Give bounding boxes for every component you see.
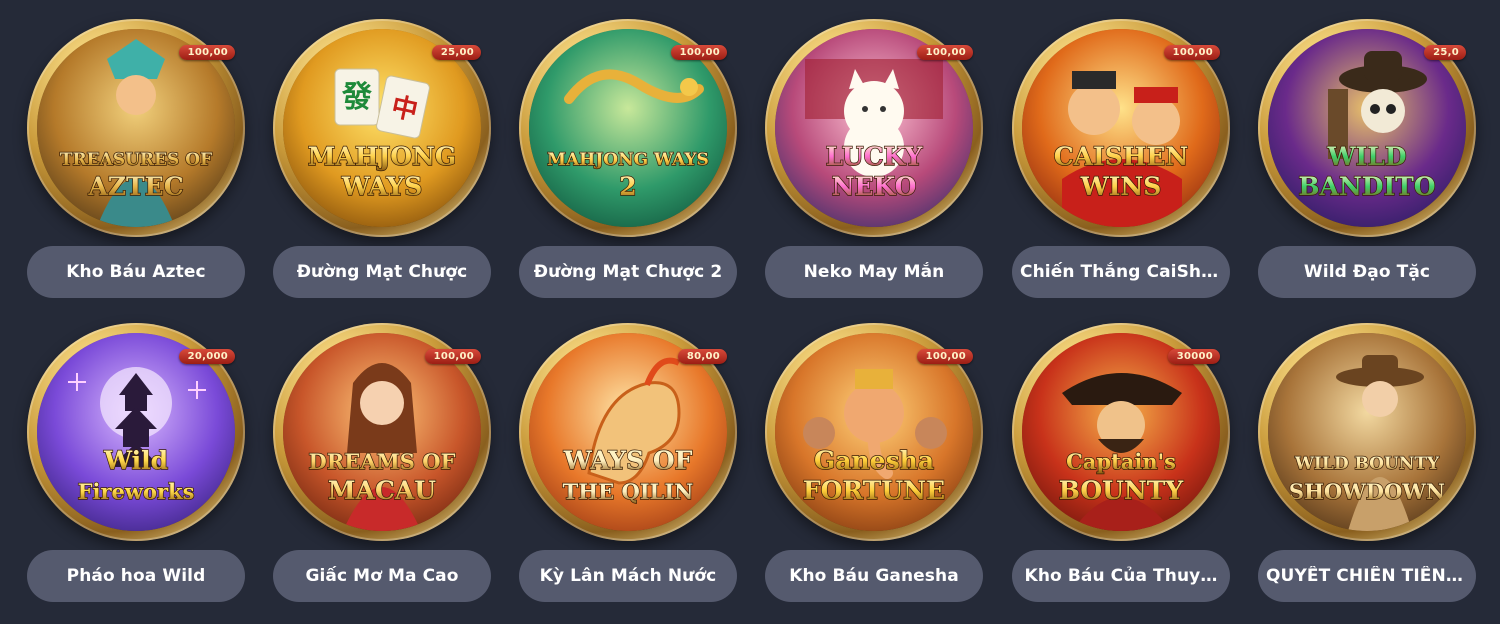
max-win-badge: 100,00 xyxy=(424,349,481,364)
game-thumbnail[interactable]: WILD BOUNTY SHOWDOWN xyxy=(1258,323,1476,541)
svg-text:發: 發 xyxy=(341,80,372,115)
game-grid: TREASURES OF AZTEC 100,00 Kho Báu Aztec 發 中… xyxy=(0,0,1500,624)
max-win-badge: 100,00 xyxy=(916,45,973,60)
max-win-badge: 100,00 xyxy=(670,45,727,60)
game-name-button[interactable]: Chiến Thắng CaiShen xyxy=(1012,246,1230,298)
game-name-label: Đường Mạt Chược 2 xyxy=(533,262,723,282)
game-logo-line: AZTEC xyxy=(87,172,183,201)
game-thumbnail[interactable]: WAYS OF THE QILIN 80,00 xyxy=(519,323,737,541)
game-card-captains-bounty[interactable]: Captain's BOUNTY 30000 Kho Báu Của Thuy… xyxy=(1012,323,1230,603)
game-logo-line: DREAMS OF xyxy=(309,449,456,474)
wild-bounty-showdown-artwork: WILD BOUNTY SHOWDOWN xyxy=(1268,333,1466,531)
game-thumbnail[interactable]: Ganesha FORTUNE 100,00 xyxy=(765,323,983,541)
game-name-label: Wild Đạo Tặc xyxy=(1303,262,1431,282)
game-name-label: Kho Báu Của Thuy… xyxy=(1024,566,1218,586)
game-thumbnail[interactable]: Wild Fireworks 20,000 xyxy=(27,323,245,541)
game-logo-text: GaneshaFORTUNE xyxy=(802,445,946,505)
game-logo-line: 2 xyxy=(619,172,636,201)
game-thumbnail[interactable]: LUCKY NEKO 100,00 xyxy=(765,19,983,237)
game-thumbnail-image: WILD BOUNTY SHOWDOWN xyxy=(1268,333,1466,531)
max-win-badge: 100,00 xyxy=(1163,45,1220,60)
max-win-badge: 20,000 xyxy=(178,349,235,364)
game-name-button[interactable]: Kho Báu Của Thuy… xyxy=(1012,550,1230,602)
game-card-mahjong-ways[interactable]: 發 中 MAHJONG WAYS 25,00 Đường Mạt Chược xyxy=(273,19,491,299)
game-name-button[interactable]: Pháo hoa Wild xyxy=(27,550,245,602)
game-logo-text: LUCKYNEKO xyxy=(825,141,924,201)
max-win-badge: 100,00 xyxy=(178,45,235,60)
game-name-button[interactable]: Giấc Mơ Ma Cao xyxy=(273,550,491,602)
max-win-badge: 30000 xyxy=(1167,349,1220,364)
game-card-caishen-wins[interactable]: CAISHEN WINS 100,00 Chiến Thắng CaiShen xyxy=(1012,19,1230,299)
game-logo-line: Wild xyxy=(103,446,168,475)
game-name-label: Kho Báu Ganesha xyxy=(789,566,959,586)
game-card-dreams-of-macau[interactable]: DREAMS OF MACAU 100,00 Giấc Mơ Ma Cao xyxy=(273,323,491,603)
game-logo-text: DREAMS OFMACAU xyxy=(308,448,456,505)
game-thumbnail[interactable]: WILD BANDITO 25,0 xyxy=(1258,19,1476,237)
game-logo-line: FORTUNE xyxy=(803,476,945,505)
game-logo-line: TREASURES OF xyxy=(60,150,212,170)
max-win-badge: 80,00 xyxy=(677,349,727,364)
game-thumbnail[interactable]: CAISHEN WINS 100,00 xyxy=(1012,19,1230,237)
game-logo-line: NEKO xyxy=(832,172,917,201)
game-logo-line: BOUNTY xyxy=(1059,476,1185,505)
game-name-label: QUYẾT CHIẾN TIỀN … xyxy=(1266,566,1468,586)
game-card-ways-of-qilin[interactable]: WAYS OF THE QILIN 80,00 Kỳ Lân Mách Nước xyxy=(519,323,737,603)
game-logo-text: WILD BOUNTY SHOWDOWN xyxy=(1288,453,1446,504)
game-card-wild-bandito[interactable]: WILD BANDITO 25,0 Wild Đạo Tặc xyxy=(1258,19,1476,299)
game-thumbnail[interactable]: MAHJONG WAYS 2 100,00 xyxy=(519,19,737,237)
game-logo-line: BANDITO xyxy=(1298,172,1435,201)
game-logo-line: Fireworks xyxy=(78,479,195,504)
game-name-label: Kho Báu Aztec xyxy=(66,262,206,282)
max-win-badge: 25,00 xyxy=(431,45,481,60)
game-name-button[interactable]: Đường Mạt Chược 2 xyxy=(519,246,737,298)
game-logo-line: CAISHEN xyxy=(1054,142,1189,171)
game-name-label: Neko May Mắn xyxy=(803,262,945,282)
game-name-button[interactable]: Đường Mạt Chược xyxy=(273,246,491,298)
game-card-aztec[interactable]: TREASURES OF AZTEC 100,00 Kho Báu Aztec xyxy=(27,19,245,299)
game-name-button[interactable]: Neko May Mắn xyxy=(765,246,983,298)
game-logo-line: WAYS OF xyxy=(563,446,693,475)
game-name-button[interactable]: QUYẾT CHIẾN TIỀN … xyxy=(1258,550,1476,602)
game-thumbnail[interactable]: Captain's BOUNTY 30000 xyxy=(1012,323,1230,541)
game-logo-line: MACAU xyxy=(328,476,436,505)
game-logo-line: Captain's xyxy=(1066,449,1176,474)
game-logo-line: SHOWDOWN xyxy=(1289,479,1445,504)
game-name-button[interactable]: Kỳ Lân Mách Nước xyxy=(519,550,737,602)
game-name-label: Kỳ Lân Mách Nước xyxy=(539,566,717,586)
game-logo-line: WILD BOUNTY xyxy=(1294,454,1440,474)
game-card-lucky-neko[interactable]: LUCKY NEKO 100,00 Neko May Mắn xyxy=(765,19,983,299)
game-thumbnail[interactable]: 發 中 MAHJONG WAYS 25,00 xyxy=(273,19,491,237)
game-logo-line: MAHJONG WAYS xyxy=(547,150,709,170)
game-name-label: Chiến Thắng CaiShen xyxy=(1020,262,1222,282)
game-card-ganesha-fortune[interactable]: Ganesha FORTUNE 100,00 Kho Báu Ganesha xyxy=(765,323,983,603)
game-logo-text: Captain'sBOUNTY xyxy=(1058,448,1185,505)
game-name-label: Giấc Mơ Ma Cao xyxy=(305,566,459,586)
game-name-button[interactable]: Kho Báu Aztec xyxy=(27,246,245,298)
game-card-mahjong-ways-2[interactable]: MAHJONG WAYS 2 100,00 Đường Mạt Chược 2 xyxy=(519,19,737,299)
game-logo-line: WAYS xyxy=(341,172,423,201)
game-name-label: Pháo hoa Wild xyxy=(66,566,206,586)
game-name-label: Đường Mạt Chược xyxy=(296,262,468,282)
game-thumbnail[interactable]: TREASURES OF AZTEC 100,00 xyxy=(27,19,245,237)
game-logo-line: LUCKY xyxy=(826,142,924,171)
game-logo-line: WILD xyxy=(1326,142,1406,171)
max-win-badge: 100,00 xyxy=(916,349,973,364)
game-name-button[interactable]: Wild Đạo Tặc xyxy=(1258,246,1476,298)
game-card-wild-bounty-showdown[interactable]: WILD BOUNTY SHOWDOWN QUYẾT CHIẾN TIỀN … xyxy=(1258,323,1476,603)
game-thumbnail[interactable]: DREAMS OF MACAU 100,00 xyxy=(273,323,491,541)
game-name-button[interactable]: Kho Báu Ganesha xyxy=(765,550,983,602)
game-card-wild-fireworks[interactable]: Wild Fireworks 20,000 Pháo hoa Wild xyxy=(27,323,245,603)
game-logo-line: MAHJONG xyxy=(308,142,457,171)
game-logo-line: THE QILIN xyxy=(563,479,694,504)
max-win-badge: 25,0 xyxy=(1424,45,1466,60)
game-logo-line: Ganesha xyxy=(814,446,934,475)
game-logo-line: WINS xyxy=(1080,172,1162,201)
